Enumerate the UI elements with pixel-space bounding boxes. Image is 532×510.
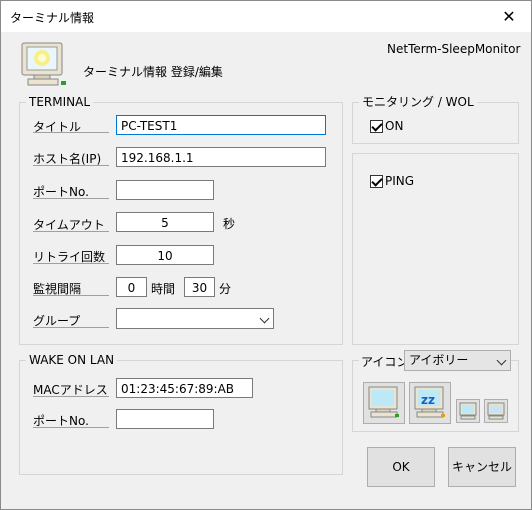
on-label[interactable]: ON	[385, 119, 403, 133]
mac-input[interactable]: 01:23:45:67:89:AB	[116, 378, 253, 398]
port-input[interactable]	[116, 180, 214, 200]
host-input[interactable]: 192.168.1.1	[116, 147, 326, 167]
dialog-window: ターミナル情報 ✕ ターミナル情報 登録/編集 NetTerm-SleepMon…	[0, 0, 532, 510]
monitor-large-icon	[368, 386, 399, 418]
title-input[interactable]: PC-TEST1	[116, 115, 326, 135]
monitor-small-icon	[459, 402, 477, 420]
ping-checkbox[interactable]	[370, 175, 383, 188]
wol-port-input[interactable]	[116, 409, 214, 429]
app-name: NetTerm-SleepMonitor	[387, 42, 521, 56]
chevron-down-icon	[259, 313, 270, 324]
monitoring-group-title: モニタリング / WOL	[359, 95, 477, 109]
terminal-monitor-icon	[19, 41, 69, 92]
mac-label-underline	[33, 396, 109, 397]
minutes-unit: 分	[219, 282, 232, 296]
timeout-label-underline	[33, 231, 109, 232]
interval-minutes-input[interactable]: 30	[184, 277, 215, 297]
group-select[interactable]	[116, 308, 274, 329]
title-label-underline	[33, 132, 109, 133]
ping-label[interactable]: PING	[385, 174, 414, 188]
group-label-underline	[33, 327, 109, 328]
on-checkbox[interactable]	[370, 120, 383, 133]
timeout-unit: 秒	[223, 217, 236, 231]
icon-select-value: アイボリー	[409, 353, 469, 367]
icon-select[interactable]: アイボリー	[404, 350, 511, 371]
hours-unit: 時間	[151, 282, 176, 296]
ok-button[interactable]: OK	[367, 447, 435, 487]
sleep-monitor-large-icon-button[interactable]: zz	[409, 382, 451, 424]
window-title: ターミナル情報	[10, 11, 95, 25]
sleep-monitor-large-icon: zz	[414, 386, 445, 418]
icon-label: アイコン	[359, 353, 411, 370]
interval-label-underline	[33, 295, 109, 296]
retry-input[interactable]: 10	[116, 245, 214, 265]
interval-hours-input[interactable]: 0	[116, 277, 147, 297]
monitor-small-icon-button[interactable]	[456, 399, 480, 423]
sleep-monitor-small-icon-button[interactable]	[484, 399, 508, 423]
host-label-underline	[33, 165, 109, 166]
wol-group-title: WAKE ON LAN	[26, 353, 118, 367]
terminal-group-title: TERMINAL	[26, 95, 94, 109]
chevron-down-icon	[496, 355, 507, 366]
monitor-large-icon-button[interactable]	[363, 382, 405, 424]
close-button[interactable]: ✕	[491, 3, 527, 30]
wol-port-label-underline	[33, 427, 109, 428]
dialog-heading: ターミナル情報 登録/編集	[83, 65, 223, 79]
sleep-monitor-small-icon	[487, 402, 505, 420]
timeout-input[interactable]: 5	[116, 212, 214, 232]
port-label-underline	[33, 198, 109, 199]
svg-text:zz: zz	[421, 393, 435, 407]
cancel-button[interactable]: キャンセル	[448, 447, 516, 487]
retry-label-underline	[33, 263, 109, 264]
title-bar[interactable]: ターミナル情報 ✕	[1, 1, 531, 32]
